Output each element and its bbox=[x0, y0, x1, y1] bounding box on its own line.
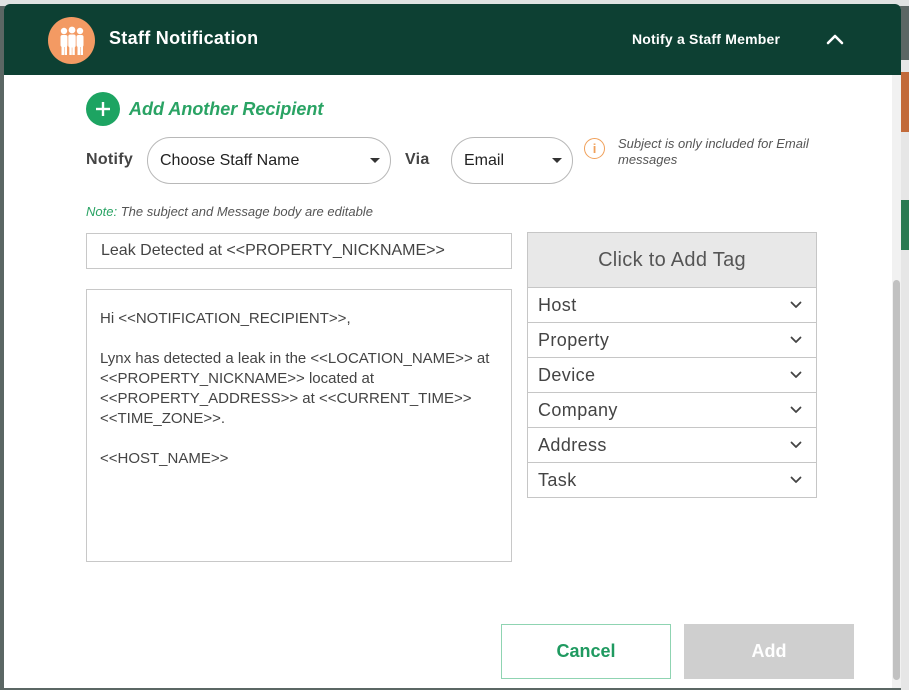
plus-icon bbox=[86, 92, 120, 126]
modal-title: Staff Notification bbox=[109, 28, 259, 48]
tag-item-label: Property bbox=[538, 329, 610, 350]
note-text: The subject and Message body are editabl… bbox=[120, 204, 373, 219]
message-greeting: Hi <<NOTIFICATION_RECIPIENT>>, bbox=[100, 310, 351, 327]
message-body: Lynx has detected a leak in the <<LOCATI… bbox=[100, 350, 490, 427]
tag-item-label: Host bbox=[538, 294, 577, 315]
scrollbar-thumb[interactable] bbox=[893, 280, 900, 680]
modal-header: Staff Notification Notify a Staff Member bbox=[4, 4, 901, 75]
chevron-down-icon bbox=[790, 371, 802, 378]
tag-panel-header: Click to Add Tag bbox=[528, 233, 816, 288]
modal-scrollbar[interactable] bbox=[892, 75, 901, 688]
add-recipient-label: Add Another Recipient bbox=[129, 98, 324, 119]
tag-item-property[interactable]: Property bbox=[528, 323, 816, 358]
tag-panel: Click to Add Tag Host Property Device Co… bbox=[527, 232, 817, 498]
editable-note: Note: The subject and Message body are e… bbox=[86, 204, 373, 219]
modal-subtitle: Notify a Staff Member bbox=[632, 31, 781, 47]
cancel-button[interactable]: Cancel bbox=[501, 624, 671, 679]
staff-name-select[interactable]: Choose Staff Name bbox=[147, 137, 391, 184]
notify-label: Notify bbox=[86, 151, 134, 168]
chevron-down-icon bbox=[790, 336, 802, 343]
info-text: Subject is only included for Email messa… bbox=[618, 136, 809, 167]
tag-item-device[interactable]: Device bbox=[528, 358, 816, 393]
chevron-down-icon bbox=[790, 301, 802, 308]
message-signature: <<HOST_NAME>> bbox=[100, 450, 229, 467]
background-accent-orange bbox=[901, 72, 909, 132]
via-select[interactable]: Email bbox=[451, 137, 573, 184]
background-accent-green bbox=[901, 200, 909, 250]
add-recipient-button[interactable]: Add Another Recipient bbox=[86, 92, 323, 126]
via-label: Via bbox=[405, 151, 430, 168]
tag-item-company[interactable]: Company bbox=[528, 393, 816, 428]
caret-down-icon bbox=[370, 158, 380, 163]
tag-item-label: Task bbox=[538, 470, 577, 490]
tag-item-label: Device bbox=[538, 364, 596, 385]
subject-input[interactable]: Leak Detected at <<PROPERTY_NICKNAME>> bbox=[86, 233, 512, 269]
chevron-down-icon bbox=[790, 406, 802, 413]
chevron-down-icon bbox=[790, 441, 802, 448]
note-prefix: Note: bbox=[86, 204, 118, 219]
message-body-textarea[interactable]: Hi <<NOTIFICATION_RECIPIENT>>, Lynx has … bbox=[86, 289, 512, 562]
staff-group-icon bbox=[48, 17, 95, 64]
tag-item-task[interactable]: Task bbox=[528, 463, 816, 498]
info-icon: i bbox=[584, 138, 605, 159]
tag-item-address[interactable]: Address bbox=[528, 428, 816, 463]
tag-item-host[interactable]: Host bbox=[528, 288, 816, 323]
staff-name-value: Choose Staff Name bbox=[160, 151, 300, 169]
chevron-down-icon bbox=[790, 476, 802, 483]
via-value: Email bbox=[464, 151, 505, 169]
caret-down-icon bbox=[552, 158, 562, 163]
staff-notification-modal: Staff Notification Notify a Staff Member… bbox=[4, 4, 901, 688]
tag-item-label: Company bbox=[538, 399, 618, 420]
background-app-edge bbox=[901, 60, 909, 690]
chevron-up-icon[interactable] bbox=[824, 28, 846, 50]
add-button[interactable]: Add bbox=[684, 624, 854, 679]
tag-item-label: Address bbox=[538, 434, 607, 455]
